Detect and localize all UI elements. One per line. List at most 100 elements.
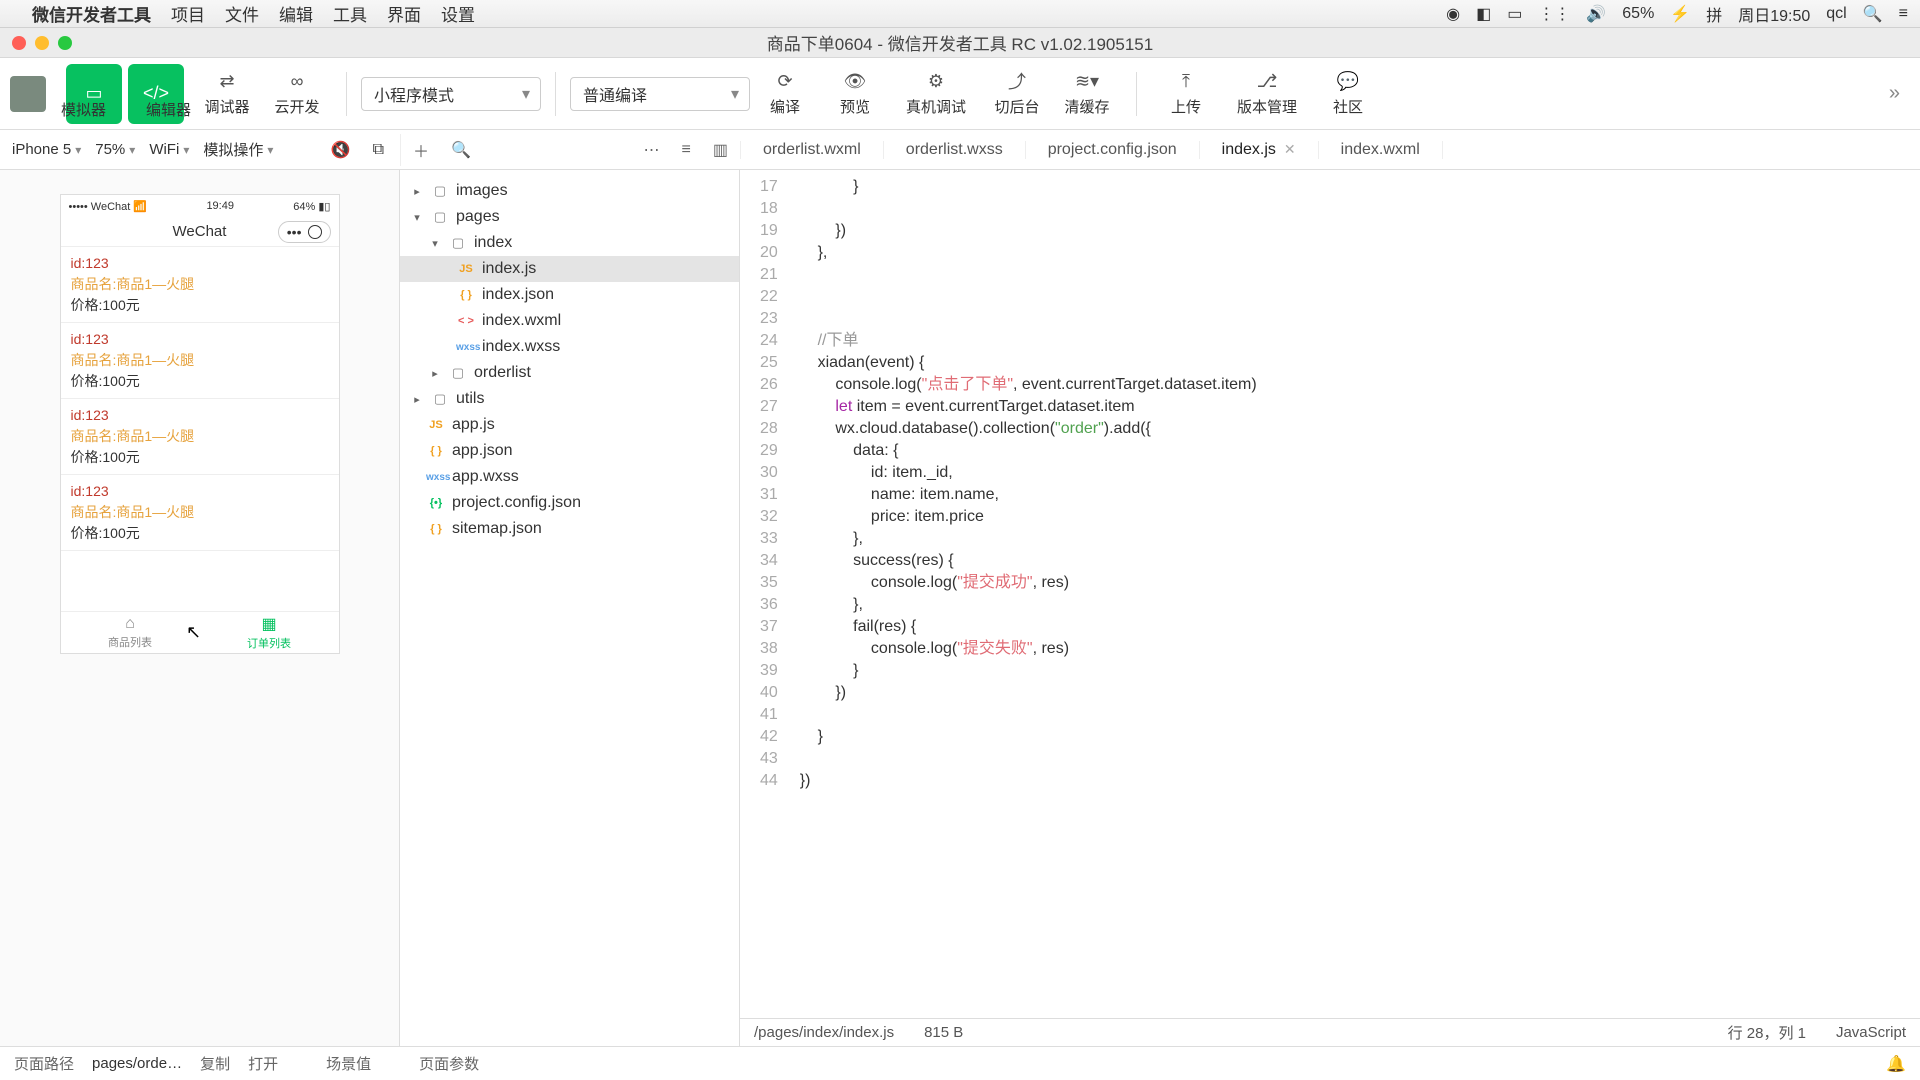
list-item[interactable]: id:123商品名:商品1—火腿价格:100元 [61,475,339,551]
user-name[interactable]: qcl [1826,5,1846,23]
tab-orders[interactable]: ▦订单列表 [200,612,339,653]
language-mode[interactable]: JavaScript [1836,1024,1906,1041]
record-icon[interactable]: ◉ [1446,4,1460,24]
split-icon[interactable]: ▥ [709,136,732,164]
settings-icon[interactable]: ≡ [678,137,695,163]
zoom-window-button[interactable] [58,36,72,50]
project-avatar[interactable] [10,76,46,112]
folder-icon: ▢ [448,365,468,381]
code-editor-column: 17 18 19 20 21 22 23 24 25 26 27 28 29 3… [740,170,1920,1046]
date-time[interactable]: 周日19:50 [1738,2,1810,26]
folder-images[interactable]: ▸▢images [400,178,739,204]
minimize-window-button[interactable] [35,36,49,50]
folder-utils[interactable]: ▸▢utils [400,386,739,412]
copy-button[interactable]: 复制 [200,1053,230,1074]
clear-cache-button[interactable]: ≋▾清缓存 [1052,64,1122,124]
file-index-wxml[interactable]: < >index.wxml [400,308,739,334]
upload-icon: ⤒ [1173,70,1199,92]
background-button[interactable]: ⤴切后台 [982,64,1052,124]
mute-icon[interactable]: 🔇 [327,136,355,164]
folder-pages[interactable]: ▾▢pages [400,204,739,230]
tab-index-js[interactable]: index.js✕ [1200,141,1319,159]
preview-button[interactable]: 👁预览 [820,64,890,124]
menu-tools[interactable]: 工具 [333,1,367,26]
tab-orderlist-wxml[interactable]: orderlist.wxml [741,141,884,159]
file-index-wxss[interactable]: wxssindex.wxss [400,334,739,360]
simulator-button[interactable]: ▭ [66,64,122,124]
debug-icon: ⇄ [214,70,240,92]
tab-project-config[interactable]: project.config.json [1026,141,1200,159]
file-sitemap[interactable]: { }sitemap.json [400,516,739,542]
phone-simulator: ••••• WeChat 📶 19:49 64% ▮▯ WeChat ••• i… [60,194,340,654]
close-window-button[interactable] [12,36,26,50]
list-item[interactable]: id:123商品名:商品1—火腿价格:100元 [61,323,339,399]
expand-button[interactable]: » [1879,82,1910,105]
search-button[interactable]: 🔍 [447,136,475,164]
sim-ops-select[interactable]: 模拟操作 [203,139,273,160]
remote-debug-button[interactable]: ⚙真机调试 [890,64,982,124]
menu-icon[interactable]: ≡ [1899,5,1908,23]
file-index-js[interactable]: JSindex.js [400,256,739,282]
close-icon[interactable]: ✕ [1284,141,1296,158]
product-list[interactable]: id:123商品名:商品1—火腿价格:100元id:123商品名:商品1—火腿价… [61,247,339,611]
menu-settings[interactable]: 设置 [441,1,475,26]
json-icon: { } [426,445,446,457]
upload-button[interactable]: ⤒上传 [1151,64,1221,124]
search-icon[interactable]: 🔍 [1863,4,1883,24]
more-button[interactable]: ⋯ [640,136,664,164]
zoom-select[interactable]: 75% [95,141,135,158]
home-icon: ⌂ [125,615,135,633]
mode-select[interactable]: 小程序模式 [361,77,541,111]
list-item[interactable]: id:123商品名:商品1—火腿价格:100元 [61,247,339,323]
input-method-icon[interactable]: 拼 [1706,2,1722,26]
compile-mode-value: 普通编译 [583,82,647,106]
version-button[interactable]: ⎇版本管理 [1221,64,1313,124]
page-path-label: 页面路径 [14,1053,74,1074]
folder-icon: ▢ [430,391,450,407]
code-content[interactable]: } }) }, //下单 xiadan(event) { console.log… [788,170,1257,1018]
detach-icon[interactable]: ⧉ [369,137,388,163]
app-name[interactable]: 微信开发者工具 [32,1,151,26]
editor-button[interactable]: </> [128,64,184,124]
folder-index[interactable]: ▾▢index [400,230,739,256]
network-select[interactable]: WiFi [149,141,189,158]
file-project-config[interactable]: {•}project.config.json [400,490,739,516]
file-app-wxss[interactable]: wxssapp.wxss [400,464,739,490]
menu-project[interactable]: 项目 [171,1,205,26]
file-index-json[interactable]: { }index.json [400,282,739,308]
cloud-button[interactable]: ∞云开发 [262,64,332,124]
refresh-icon: ⟳ [772,70,798,92]
menu-file[interactable]: 文件 [225,1,259,26]
list-item[interactable]: id:123商品名:商品1—火腿价格:100元 [61,399,339,475]
debugger-button[interactable]: ⇄调试器 [192,64,262,124]
compile-button[interactable]: ⟳编译 [750,64,820,124]
app-icon[interactable]: ◧ [1476,4,1491,24]
tab-orderlist-wxss[interactable]: orderlist.wxss [884,141,1026,159]
tab-index-wxml[interactable]: index.wxml [1319,141,1443,159]
code-editor[interactable]: 17 18 19 20 21 22 23 24 25 26 27 28 29 3… [740,170,1920,1018]
tab-products[interactable]: ⌂商品列表 [61,612,200,653]
wifi-icon[interactable]: ⋮⋮ [1538,4,1570,24]
main-toolbar: ▭ </> 模拟器编辑器 ⇄调试器 ∞云开发 小程序模式 普通编译 ⟳编译 👁预… [0,58,1920,130]
file-app-js[interactable]: JSapp.js [400,412,739,438]
airplay-icon[interactable]: ▭ [1507,4,1522,24]
bell-icon[interactable]: 🔔 [1886,1054,1906,1074]
open-button[interactable]: 打开 [248,1053,278,1074]
community-button[interactable]: 💬社区 [1313,64,1383,124]
device-select[interactable]: iPhone 5 [12,141,81,158]
compile-mode-select[interactable]: 普通编译 [570,77,750,111]
wifi-icon: 📶 [133,201,147,213]
wxml-icon: < > [456,315,476,327]
main-area: ••••• WeChat 📶 19:49 64% ▮▯ WeChat ••• i… [0,170,1920,1046]
add-file-button[interactable]: ＋ [409,134,433,166]
folder-orderlist[interactable]: ▸▢orderlist [400,360,739,386]
menu-edit[interactable]: 编辑 [279,1,313,26]
folder-icon: ▢ [430,209,450,225]
folder-icon: ▢ [430,183,450,199]
phone-time: 19:49 [206,200,234,212]
menu-ui[interactable]: 界面 [387,1,421,26]
file-app-json[interactable]: { }app.json [400,438,739,464]
volume-icon[interactable]: 🔊 [1586,4,1606,24]
capsule-button[interactable]: ••• [278,221,331,243]
eye-icon: 👁 [842,70,868,92]
